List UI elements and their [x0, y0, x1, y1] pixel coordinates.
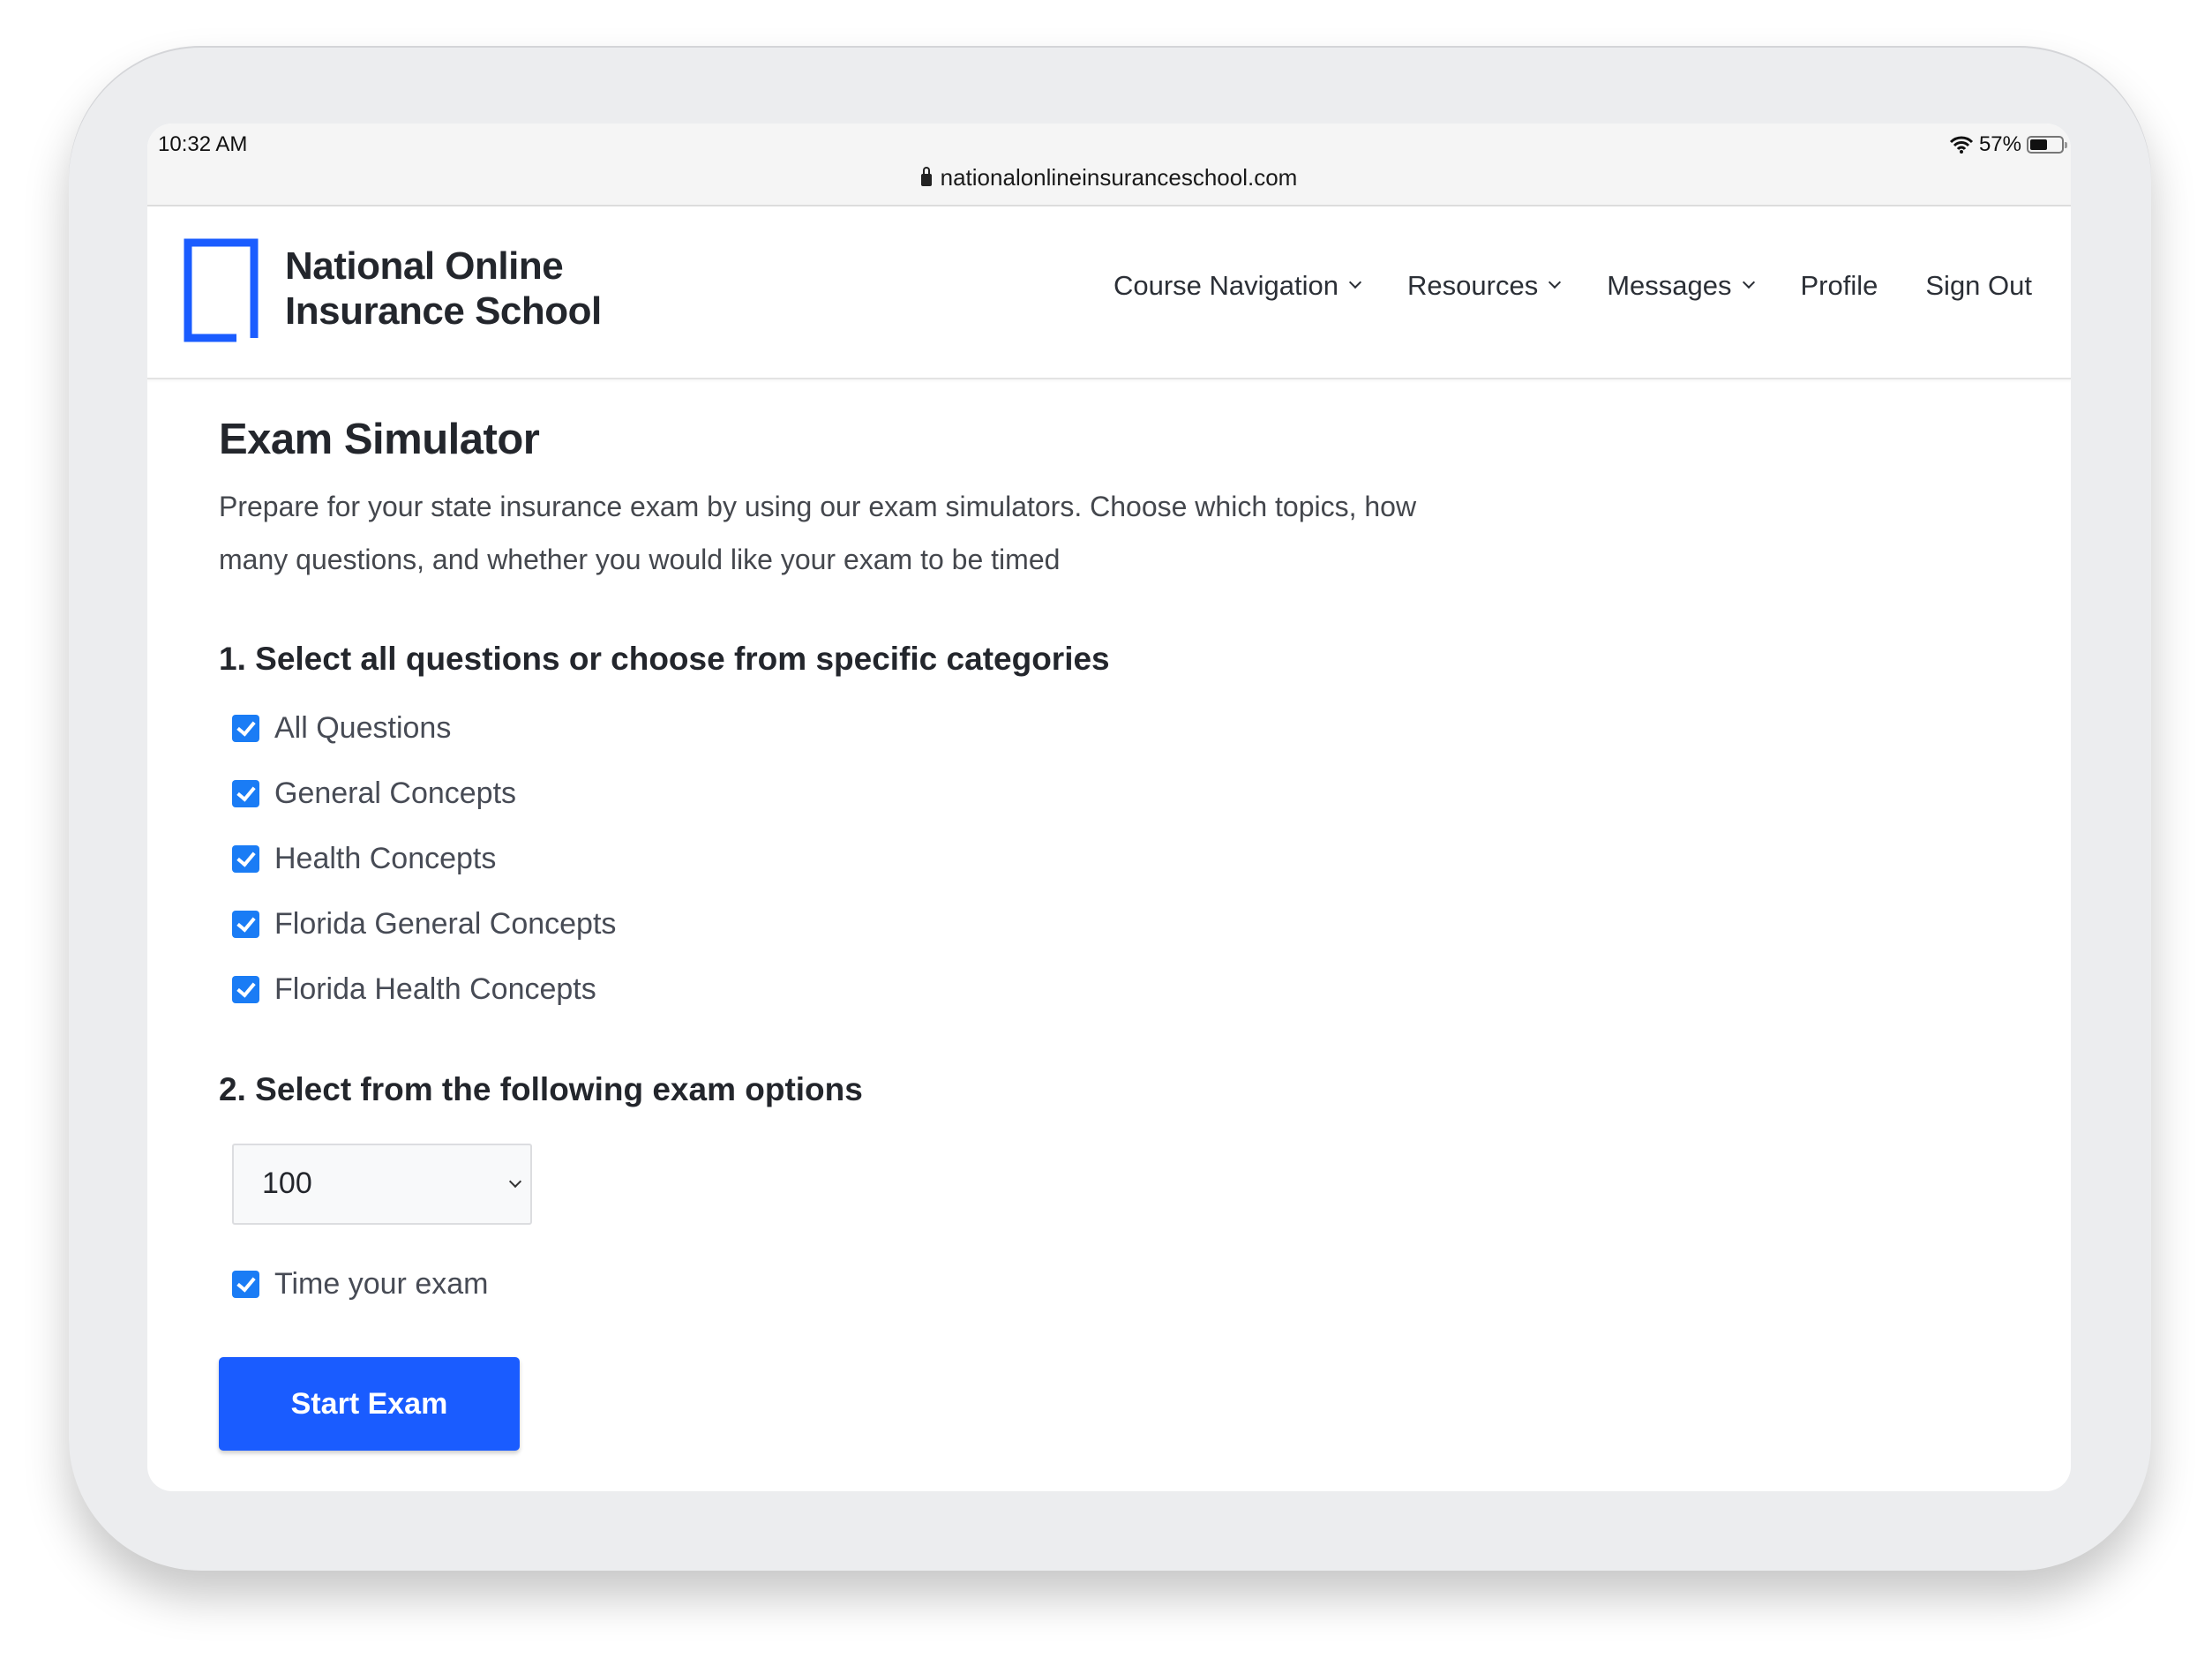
checkbox-checked-icon[interactable] — [232, 779, 259, 807]
chevron-down-icon — [508, 1174, 522, 1189]
start-exam-button[interactable]: Start Exam — [219, 1357, 520, 1451]
nav-profile[interactable]: Profile — [1801, 270, 1878, 302]
page-title: Exam Simulator — [219, 416, 540, 463]
nav-sign-out[interactable]: Sign Out — [1925, 270, 2032, 302]
browser-status-bar: 10:32 AM nationalonlineinsuranceschool.c… — [147, 124, 2071, 206]
checkbox-health-concepts[interactable]: Health Concepts — [219, 826, 1895, 891]
lock-icon — [920, 167, 932, 186]
wifi-icon — [1949, 136, 1974, 154]
site-header: National Online Insurance School Course … — [147, 206, 2071, 379]
checkbox-checked-icon[interactable] — [232, 910, 259, 938]
checkbox-checked-icon[interactable] — [232, 1270, 259, 1298]
logo-line-2: Insurance School — [285, 289, 602, 333]
logo-text[interactable]: National Online Insurance School — [285, 244, 602, 334]
logo-bracket-icon[interactable] — [184, 238, 261, 342]
select-value: 100 — [262, 1167, 312, 1200]
checkbox-checked-icon[interactable] — [232, 975, 259, 1003]
section-heading-categories: 1. Select all questions or choose from s… — [219, 641, 1110, 677]
section-heading-options: 2. Select from the following exam option… — [219, 1071, 863, 1107]
battery-level — [2030, 139, 2048, 150]
checkbox-checked-icon[interactable] — [232, 714, 259, 742]
category-checkbox-list: All Questions General Concepts Health Co… — [219, 695, 1895, 1022]
nav-resources[interactable]: Resources — [1407, 270, 1562, 302]
status-time: 10:32 AM — [158, 132, 248, 156]
checkbox-florida-general-concepts[interactable]: Florida General Concepts — [219, 891, 1895, 957]
question-count-select[interactable]: 100 — [232, 1144, 532, 1225]
checkbox-florida-health-concepts[interactable]: Florida Health Concepts — [219, 957, 1895, 1022]
checkbox-time-exam[interactable]: Time your exam — [219, 1251, 1895, 1317]
chevron-down-icon — [1742, 275, 1755, 289]
battery-percent: 57% — [1978, 132, 2021, 156]
tablet-screen: 10:32 AM nationalonlineinsuranceschool.c… — [147, 124, 2071, 1491]
checkbox-general-concepts[interactable]: General Concepts — [219, 761, 1895, 826]
chevron-down-icon — [1348, 275, 1362, 289]
chevron-down-icon — [1548, 275, 1562, 289]
nav-messages[interactable]: Messages — [1607, 270, 1755, 302]
battery-icon — [2027, 136, 2067, 154]
logo-line-1: National Online — [285, 244, 564, 288]
checkbox-checked-icon[interactable] — [232, 844, 259, 873]
main-content: Exam Simulator Prepare for your state in… — [219, 415, 1895, 1451]
system-icons: 57% — [1949, 132, 2067, 157]
nav-course-navigation[interactable]: Course Navigation — [1113, 270, 1362, 302]
address-bar[interactable]: nationalonlineinsuranceschool.com — [147, 164, 2071, 191]
checkbox-all-questions[interactable]: All Questions — [219, 695, 1895, 761]
url-text: nationalonlineinsuranceschool.com — [940, 164, 1298, 191]
main-nav: Course Navigation Resources Messages Pro… — [1066, 270, 2032, 302]
page-description: Prepare for your state insurance exam by… — [219, 491, 1417, 575]
